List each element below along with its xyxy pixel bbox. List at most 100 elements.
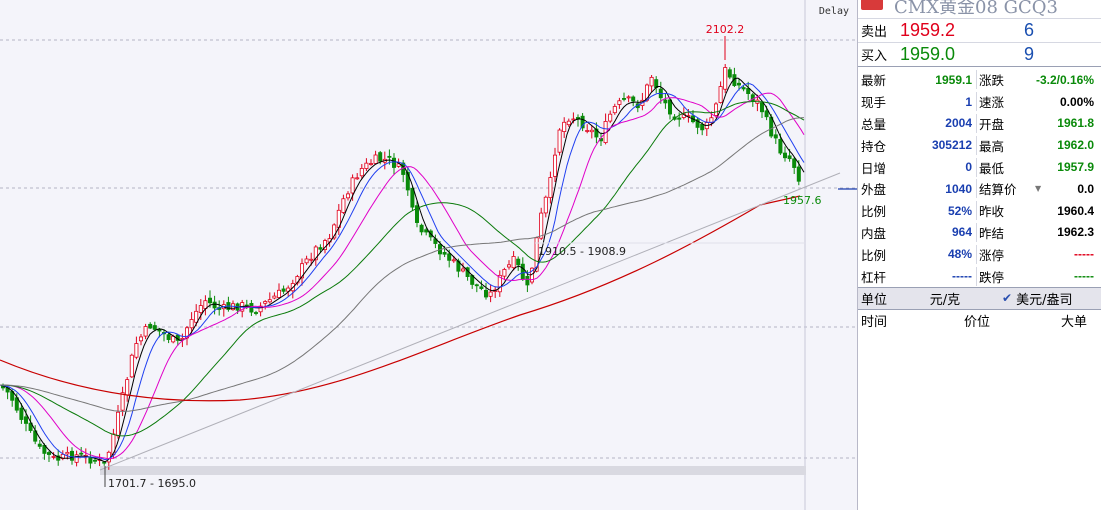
candle xyxy=(447,253,452,261)
candle xyxy=(37,443,42,447)
candle xyxy=(557,129,562,153)
stat-cell: 最低 1957.9 xyxy=(976,157,1098,177)
candle xyxy=(525,276,530,286)
candle xyxy=(345,193,350,199)
candle xyxy=(148,323,153,329)
candle xyxy=(792,158,797,168)
instrument-title: CMX黄金08 GCQ3 xyxy=(894,0,1059,18)
header-big-order: 大单 xyxy=(1060,315,1087,331)
candle xyxy=(608,113,613,122)
stat-row: 持仓 305212 最高 1962.0 xyxy=(858,134,1101,156)
unit-option-cny[interactable]: 元/克 xyxy=(914,289,976,308)
stat-row: 比例 48% 涨停 ----- xyxy=(858,243,1101,265)
candle xyxy=(566,120,571,126)
stat-label: 日增 xyxy=(861,160,887,176)
candle xyxy=(723,67,728,90)
stat-cell: 外盘 1040 xyxy=(858,179,976,198)
candle xyxy=(364,162,369,169)
stat-cell: 总量 2004 xyxy=(858,114,976,133)
stat-cell: 涨停 ----- xyxy=(976,244,1098,264)
stat-label: 持仓 xyxy=(861,138,887,154)
candle xyxy=(70,450,75,461)
candle xyxy=(88,457,93,464)
candle xyxy=(134,343,139,358)
stat-label: 总量 xyxy=(861,116,887,132)
candle xyxy=(116,411,121,437)
candle xyxy=(23,416,28,424)
stat-label: 结算价 xyxy=(979,182,1017,198)
candle xyxy=(47,452,52,455)
candle xyxy=(341,198,346,213)
flag-icon xyxy=(861,0,883,10)
candle xyxy=(543,196,548,214)
stat-row: 杠杆 ----- 跌停 ----- xyxy=(858,265,1101,287)
candle xyxy=(460,268,465,272)
checkmark-icon: ✔ xyxy=(1002,291,1013,306)
stat-label: 现手 xyxy=(861,95,887,111)
candle xyxy=(746,88,751,94)
candle xyxy=(281,288,286,292)
stat-value: 0.0 xyxy=(1077,181,1094,196)
stat-label: 最新 xyxy=(861,73,887,89)
kline-chart[interactable]: 2102.2 1957.6 1910.5 - 1908.9 1701.7 - 1695… xyxy=(0,0,857,510)
candle xyxy=(764,110,769,118)
stat-label: 杠杆 xyxy=(861,269,887,285)
header-time: 时间 xyxy=(861,315,888,331)
buy-row[interactable]: 买入 1959.0 9 xyxy=(858,42,1101,66)
candle xyxy=(626,96,631,99)
stat-row: 内盘 964 昨结 1962.3 xyxy=(858,222,1101,244)
stat-label: 最高 xyxy=(979,138,1005,154)
stat-label: 涨停 xyxy=(979,247,1005,263)
stat-value: 1040 xyxy=(945,181,972,196)
candle xyxy=(506,264,511,268)
candle xyxy=(796,166,801,182)
candle xyxy=(700,124,705,131)
candle xyxy=(502,269,507,277)
stat-row: 比例 52% 昨收 1960.4 xyxy=(858,200,1101,222)
stat-value: 1 xyxy=(965,94,972,109)
candle xyxy=(189,319,194,329)
current-price-label: 1957.6 xyxy=(783,194,822,207)
buy-label: 买入 xyxy=(861,49,888,64)
candle xyxy=(718,86,723,103)
candle xyxy=(410,188,415,208)
sell-row[interactable]: 卖出 1959.2 6 xyxy=(858,18,1101,42)
candle xyxy=(778,139,783,154)
candle xyxy=(622,98,627,100)
stat-row: 总量 2004 开盘 1961.8 xyxy=(858,113,1101,135)
quote-panel: CMX黄金08 GCQ3 卖出 1959.2 6 买入 1959.0 9 最新 1… xyxy=(857,0,1101,510)
candle xyxy=(612,106,617,114)
candle xyxy=(276,289,281,298)
range-band xyxy=(100,466,806,475)
stat-cell: 速涨 0.00% xyxy=(976,92,1098,112)
candle xyxy=(668,99,673,115)
candle xyxy=(207,297,212,304)
stat-value: 0 xyxy=(965,160,972,175)
candle xyxy=(318,247,323,250)
candle xyxy=(783,152,788,159)
candle xyxy=(769,116,774,137)
candle xyxy=(677,117,682,120)
stat-value: 1957.9 xyxy=(1057,160,1094,175)
candle xyxy=(553,154,558,177)
candle xyxy=(79,452,84,455)
candle xyxy=(387,155,392,158)
stat-value: 2004 xyxy=(945,116,972,131)
candle xyxy=(649,76,654,87)
candle xyxy=(442,252,447,255)
unit-option-usd[interactable]: ✔ 美元/盎司 xyxy=(976,289,1101,308)
kline-chart-canvas[interactable]: 2102.2 1957.6 1910.5 - 1908.9 1701.7 - 1695… xyxy=(0,0,857,510)
candle xyxy=(663,99,668,104)
candle xyxy=(474,284,479,287)
stat-row: 日增 0 最低 1957.9 xyxy=(858,156,1101,178)
stat-label: 最低 xyxy=(979,160,1005,176)
candle xyxy=(571,118,576,121)
ma60-line xyxy=(0,100,805,437)
candle xyxy=(74,454,79,463)
candle xyxy=(355,177,360,180)
buy-price: 1959.0 xyxy=(900,44,956,64)
candle xyxy=(419,224,424,233)
stat-cell: 日增 0 xyxy=(858,158,976,177)
candle xyxy=(488,291,493,297)
candle xyxy=(65,451,70,455)
